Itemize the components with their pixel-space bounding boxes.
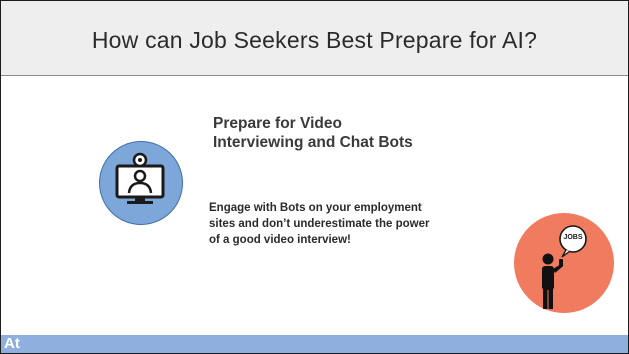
jobs-bubble-text: JOBS: [563, 234, 583, 241]
body-line-3: of a good video interview!: [209, 234, 351, 246]
subtitle-line-2: Interviewing and Chat Bots: [213, 134, 413, 151]
body-line-2: sites and don’t underestimate the power: [209, 218, 430, 230]
job-seeker-phone-icon: [542, 225, 587, 309]
slide-subtitle: Prepare for Video Interviewing and Chat …: [213, 114, 513, 152]
slide-body-text: Engage with Bots on your employment site…: [209, 200, 509, 248]
footer-text: At: [4, 335, 20, 352]
subtitle-line-1: Prepare for Video: [213, 115, 342, 132]
body-line-1: Engage with Bots on your employment: [209, 202, 422, 214]
title-band: How can Job Seekers Best Prepare for AI?: [1, 1, 628, 76]
video-interview-icon: [115, 152, 165, 204]
presentation-slide: How can Job Seekers Best Prepare for AI?…: [0, 0, 629, 354]
slide-title: How can Job Seekers Best Prepare for AI?: [91, 27, 538, 53]
footer-bar: At: [1, 335, 628, 353]
